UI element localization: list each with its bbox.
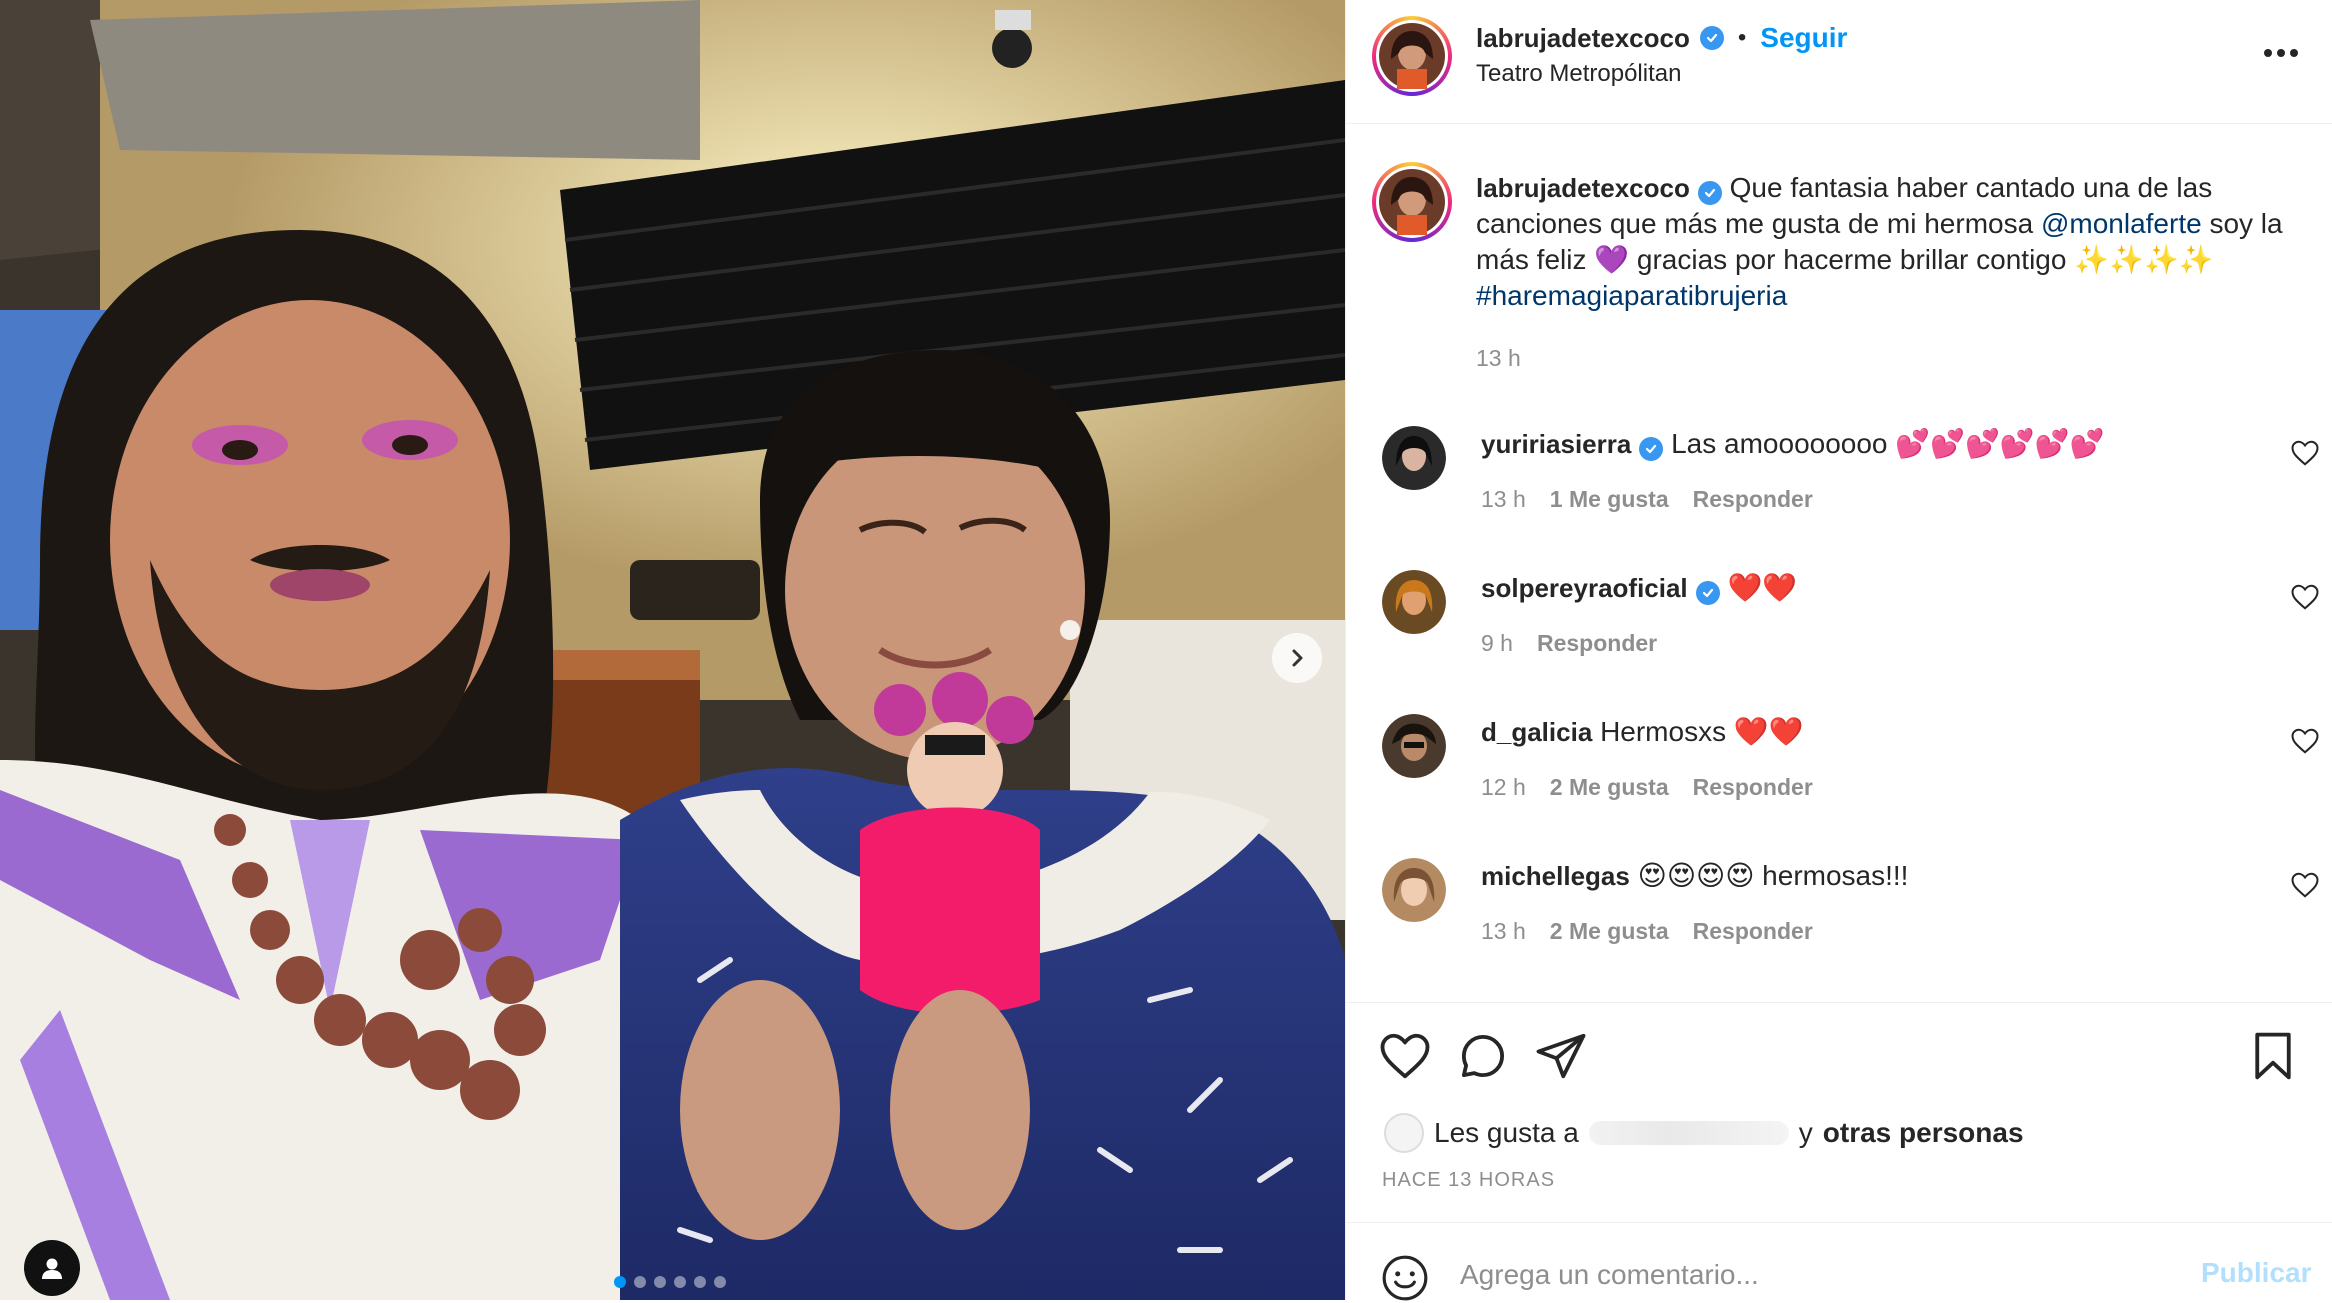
header-separator: • (1737, 24, 1747, 51)
liker-avatar (1384, 1113, 1424, 1153)
post-caption: labrujadetexcoco Que fantasia haber cant… (1476, 170, 2306, 376)
carousel-dot (634, 1276, 646, 1288)
avatar-image (1382, 426, 1446, 490)
carousel-indicators (614, 1276, 726, 1288)
comment-text: Hermosxs ❤️❤️ (1600, 716, 1804, 747)
comment-text-row: michellegas 😍😍😍😍 hermosas!!! (1481, 858, 2221, 894)
comment-time[interactable]: 12 h (1481, 774, 1526, 801)
commenter-avatar[interactable] (1382, 858, 1446, 922)
commenter-username[interactable]: michellegas (1481, 861, 1630, 891)
commenter-username[interactable]: solpereyraoficial (1481, 573, 1688, 603)
likes-others-link[interactable]: otras personas (1823, 1117, 2024, 1149)
comment-likes[interactable]: 2 Me gusta (1550, 918, 1669, 945)
emoji-smiley-icon[interactable] (1380, 1253, 1430, 1303)
like-comment-heart-icon[interactable] (2290, 726, 2320, 756)
author-avatar[interactable] (1372, 16, 1452, 96)
comment-bubble-icon[interactable] (1456, 1029, 1510, 1083)
avatar-image (1379, 169, 1445, 235)
posted-time[interactable]: HACE 13 HORAS (1382, 1169, 1555, 1192)
verified-badge-icon (1699, 26, 1724, 50)
likes-suffix: y (1798, 1117, 1813, 1148)
save-bookmark-icon[interactable] (2246, 1029, 2300, 1083)
commenter-username[interactable]: d_galicia (1481, 717, 1592, 747)
comment-meta: 13 h 2 Me gusta Responder (1481, 918, 1813, 945)
share-paper-plane-icon[interactable] (1534, 1029, 1588, 1083)
blurred-liker-name (1588, 1121, 1789, 1145)
like-comment-heart-icon[interactable] (2290, 582, 2320, 612)
post-side-panel: labrujadetexcoco • Seguir Teatro Metropó… (1345, 0, 2332, 1301)
verified-badge-icon (1639, 437, 1664, 461)
post-image (0, 0, 1345, 1300)
carousel-dot (694, 1276, 706, 1288)
chevron-right-icon (1292, 649, 1303, 667)
more-options-button[interactable] (2256, 38, 2306, 68)
likes-prefix: Les gusta a (1434, 1117, 1579, 1148)
comment-text: 😍😍😍😍 hermosas!!! (1637, 860, 1909, 891)
commenter-avatar[interactable] (1382, 426, 1446, 490)
comment-meta: 13 h 1 Me gusta Responder (1481, 486, 1813, 513)
avatar-image (1382, 570, 1446, 634)
publish-button[interactable]: Publicar (2201, 1257, 2311, 1289)
carousel-dot (714, 1276, 726, 1288)
more-options-icon (2264, 49, 2298, 57)
carousel-next-button[interactable] (1272, 633, 1322, 683)
add-comment-bar: Publicar (1346, 1222, 2332, 1301)
author-username[interactable]: labrujadetexcoco (1476, 23, 1690, 54)
post-photo[interactable] (0, 0, 1345, 1300)
caption-avatar[interactable] (1372, 162, 1452, 242)
sparkles-emoji: ✨✨✨✨ (2074, 244, 2214, 275)
comment-time[interactable]: 13 h (1481, 486, 1526, 513)
header-title-row: labrujadetexcoco • Seguir (1476, 22, 1847, 54)
carousel-dot (674, 1276, 686, 1288)
comment-text-row: solpereyraoficial ❤️❤️ (1481, 570, 2221, 606)
caption-text: gracias por hacerme brillar contigo (1629, 244, 2075, 275)
caption-username[interactable]: labrujadetexcoco (1476, 173, 1690, 203)
verified-badge-icon (1695, 581, 1720, 605)
commenter-username[interactable]: yuririasierra (1481, 429, 1631, 459)
commenter-avatar[interactable] (1382, 714, 1446, 778)
comment-meta: 9 h Responder (1481, 630, 1657, 657)
follow-button[interactable]: Seguir (1760, 22, 1847, 54)
reply-button[interactable]: Responder (1693, 774, 1813, 801)
reply-button[interactable]: Responder (1693, 486, 1813, 513)
post-location[interactable]: Teatro Metropólitan (1476, 60, 1681, 88)
comment-meta: 12 h 2 Me gusta Responder (1481, 774, 1813, 801)
comment-time[interactable]: 13 h (1481, 918, 1526, 945)
comment-input[interactable] (1458, 1249, 2142, 1301)
comment-time[interactable]: 9 h (1481, 630, 1513, 657)
tagged-users-button[interactable] (24, 1240, 80, 1296)
avatar-image (1379, 23, 1445, 89)
comment-text-row: d_galicia Hermosxs ❤️❤️ (1481, 714, 2221, 750)
mention-link[interactable]: @monlaferte (2041, 208, 2202, 239)
hashtag-link[interactable]: #haremagiaparatibrujeria (1476, 280, 1787, 311)
like-comment-heart-icon[interactable] (2290, 870, 2320, 900)
reply-button[interactable]: Responder (1537, 630, 1657, 657)
like-heart-icon[interactable] (1378, 1029, 1432, 1083)
carousel-dot (614, 1276, 626, 1288)
comment-text: ❤️❤️ (1727, 572, 1798, 603)
like-comment-heart-icon[interactable] (2290, 438, 2320, 468)
verified-badge-icon (1697, 181, 1722, 205)
comment-text: Las amoooooooo 💕💕💕💕💕💕 (1671, 428, 2105, 459)
reply-button[interactable]: Responder (1693, 918, 1813, 945)
likes-summary[interactable]: Les gusta a y otras personas (1384, 1113, 2024, 1153)
avatar-image (1382, 858, 1446, 922)
post-header: labrujadetexcoco • Seguir Teatro Metropó… (1346, 0, 2332, 124)
commenter-avatar[interactable] (1382, 570, 1446, 634)
caption-time[interactable]: 13 h (1476, 340, 2306, 376)
user-icon (42, 1258, 62, 1279)
comment-likes[interactable]: 2 Me gusta (1550, 774, 1669, 801)
comment-text-row: yuririasierra Las amoooooooo 💕💕💕💕💕💕 (1481, 426, 2221, 462)
carousel-dot (654, 1276, 666, 1288)
purple-heart-emoji: 💜 (1594, 244, 1630, 275)
comment-likes[interactable]: 1 Me gusta (1550, 486, 1669, 513)
avatar-image (1382, 714, 1446, 778)
